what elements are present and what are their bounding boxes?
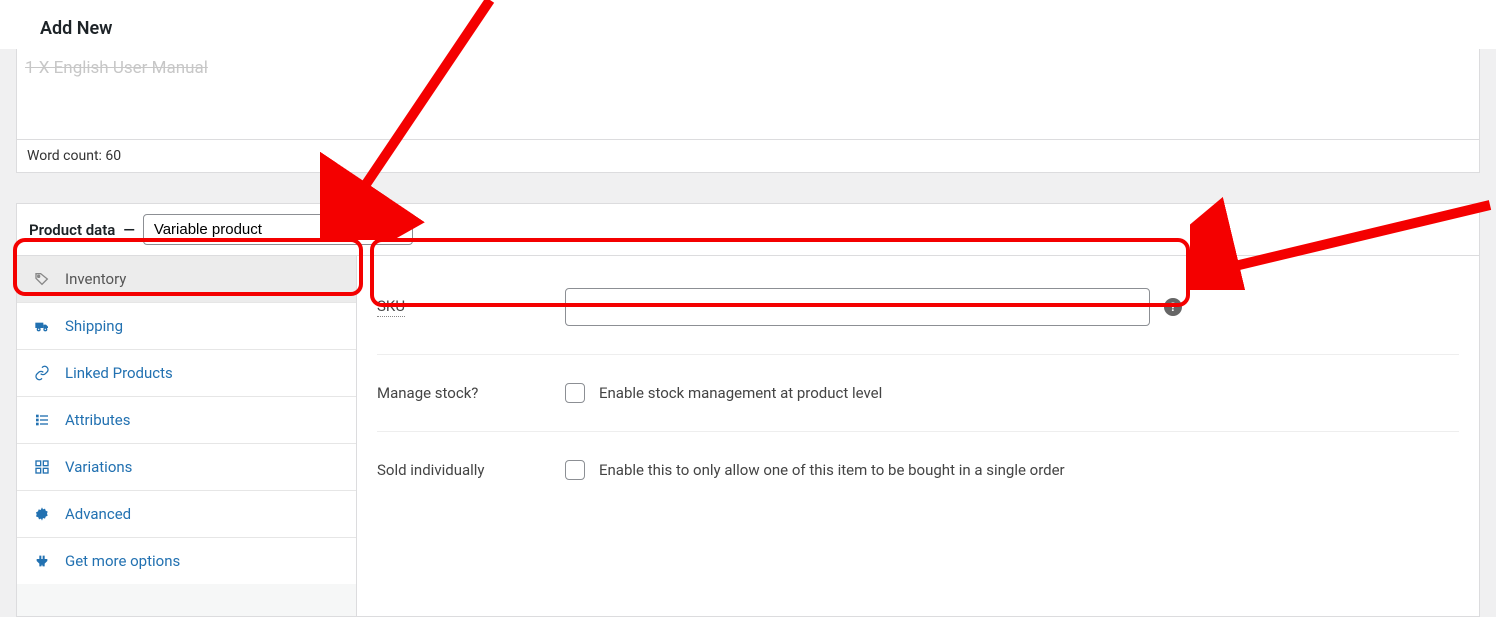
- list-icon: [33, 411, 51, 429]
- sold-individually-checkbox[interactable]: [565, 460, 585, 480]
- link-icon: [33, 364, 51, 382]
- product-data-tabs: Inventory Shipping Linked Products Attri…: [17, 256, 357, 616]
- tab-attributes[interactable]: Attributes: [17, 397, 356, 444]
- product-data-title: Product data: [29, 221, 115, 239]
- tab-label: Linked Products: [65, 364, 173, 382]
- tag-icon: [33, 270, 51, 288]
- editor-content-tail[interactable]: 1 X English User Manual: [17, 49, 1479, 139]
- sku-input[interactable]: [565, 288, 1150, 326]
- tab-label: Attributes: [65, 411, 131, 429]
- tab-inventory[interactable]: Inventory: [17, 256, 356, 303]
- tab-advanced[interactable]: Advanced: [17, 491, 356, 538]
- sold-individually-cb-label: Enable this to only allow one of this it…: [599, 461, 1065, 479]
- sold-individually-label: Sold individually: [377, 461, 565, 479]
- product-type-select[interactable]: Variable product: [143, 214, 413, 245]
- gear-icon: [33, 505, 51, 523]
- manage-stock-cb-label: Enable stock management at product level: [599, 384, 882, 402]
- editor-wrap: 1 X English User Manual Word count: 60: [16, 49, 1480, 173]
- product-data-body: Inventory Shipping Linked Products Attri…: [17, 256, 1479, 616]
- word-count: Word count: 60: [17, 139, 1479, 172]
- tab-label: Variations: [65, 458, 132, 476]
- page-title: Add New: [0, 0, 1496, 49]
- field-row-sold-individually: Sold individually Enable this to only al…: [377, 450, 1459, 508]
- manage-stock-label: Manage stock?: [377, 384, 565, 402]
- tab-linked-products[interactable]: Linked Products: [17, 350, 356, 397]
- help-icon[interactable]: ?: [1164, 298, 1182, 316]
- tab-label: Advanced: [65, 505, 131, 523]
- tab-shipping[interactable]: Shipping: [17, 303, 356, 350]
- tab-label: Get more options: [65, 552, 180, 570]
- product-data-header: Product data — Variable product: [17, 204, 1479, 256]
- field-row-manage-stock: Manage stock? Enable stock management at…: [377, 373, 1459, 432]
- tab-get-more-options[interactable]: Get more options: [17, 538, 356, 584]
- product-data-box: Product data — Variable product Inventor…: [16, 203, 1480, 617]
- field-row-sku: SKU ?: [377, 278, 1459, 355]
- tab-label: Inventory: [65, 270, 126, 288]
- product-data-content: SKU ? Manage stock? Enable stock managem…: [357, 256, 1479, 616]
- sku-label: SKU: [377, 297, 565, 317]
- plugin-icon: [33, 552, 51, 570]
- grid-icon: [33, 458, 51, 476]
- product-data-dash: —: [123, 221, 135, 239]
- truck-icon: [33, 317, 51, 335]
- editor-box: 1 X English User Manual Word count: 60: [16, 49, 1480, 173]
- tab-variations[interactable]: Variations: [17, 444, 356, 491]
- tab-label: Shipping: [65, 317, 123, 335]
- manage-stock-checkbox[interactable]: [565, 383, 585, 403]
